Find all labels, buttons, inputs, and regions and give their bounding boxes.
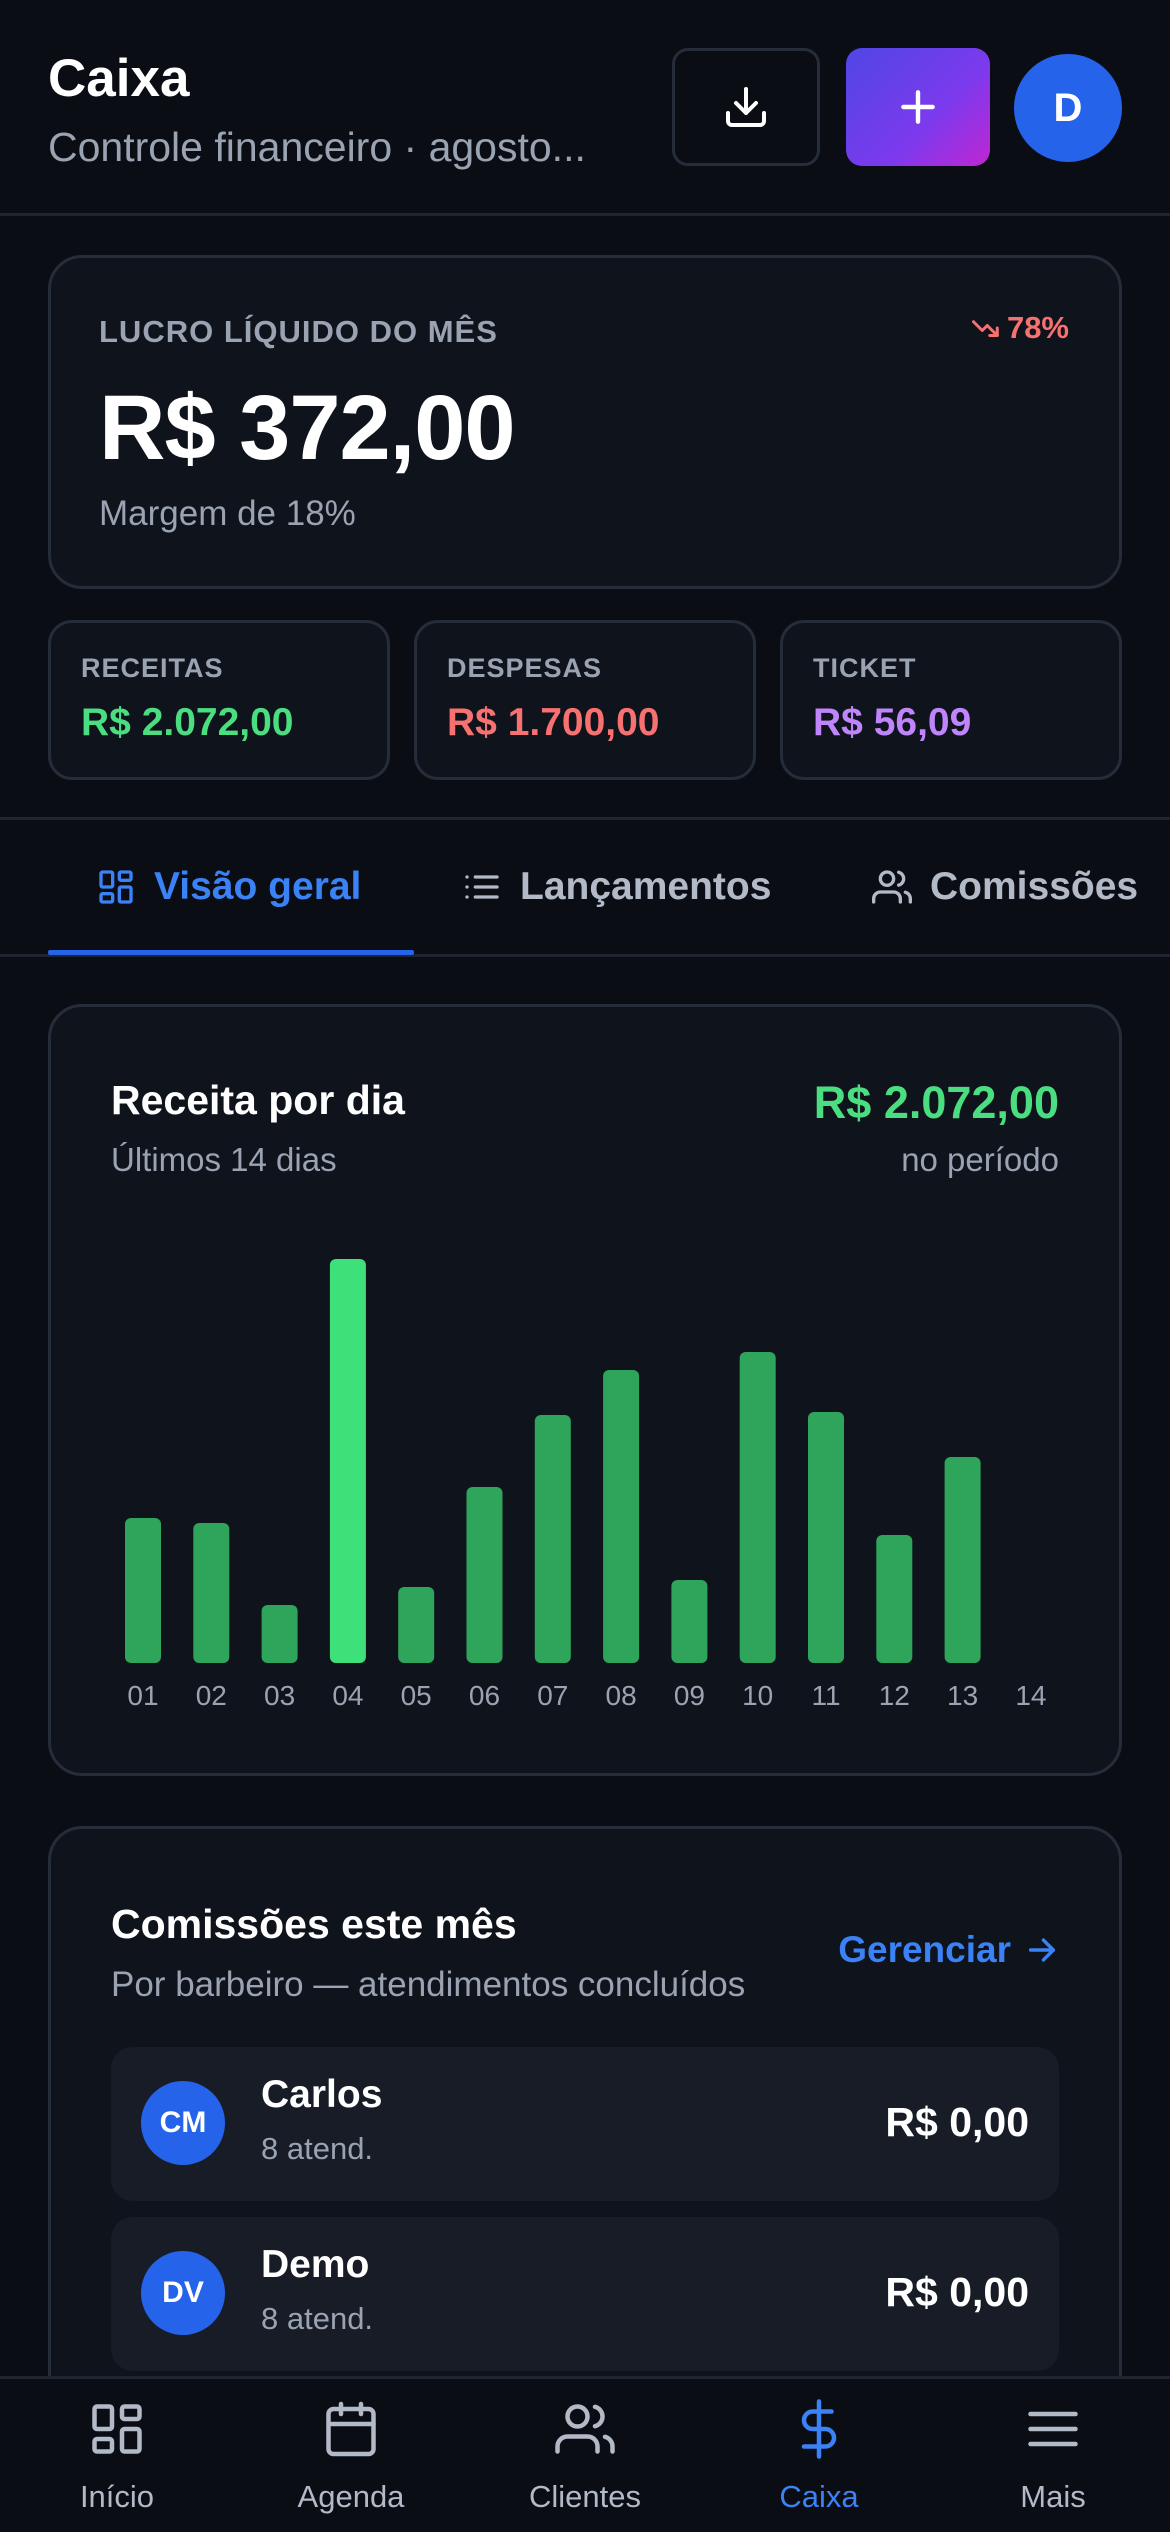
nav-schedule[interactable]: Agenda [234,2379,468,2532]
net-profit-card: LUCRO LÍQUIDO DO MÊS 78% R$ 372,00 Marge… [48,255,1122,589]
nav-label: Mais [1020,2479,1086,2514]
trending-down-icon [971,320,999,337]
calendar-icon [326,2401,376,2457]
chart-tick-label: 05 [401,1680,432,1711]
tab-bar: Visão geral Lançamentos Comissões [0,817,1170,957]
revenue-bar-chart: 01 02 03 04 05 06 07 08 09 10 11 12 13 14 [125,1259,1046,1711]
tab-overview[interactable]: Visão geral [96,820,361,954]
tab-label: Comissões [930,865,1139,908]
commissions-title: Comissões este mês [111,1901,517,1947]
page-title: Caixa [48,49,190,108]
net-profit-label: LUCRO LÍQUIDO DO MÊS [99,314,498,349]
chart-tick-label: 04 [332,1680,363,1711]
chart-tick-label: 09 [674,1680,705,1711]
page-subtitle: Controle financeiro · agosto... [48,124,586,170]
revenue-chart-card: Receita por dia Últimos 14 dias R$ 2.072… [48,1004,1122,1776]
barber-commission: R$ 0,00 [885,2099,1029,2145]
nav-home[interactable]: Início [0,2379,234,2532]
home-grid-icon [92,2404,142,2454]
stat-value: R$ 1.700,00 [447,701,660,744]
commissions-subtitle: Por barbeiro — atendimentos concluídos [111,1965,746,2004]
chart-bar[interactable] [193,1523,230,1663]
clients-icon [555,2404,615,2454]
chart-bar[interactable] [125,1518,161,1663]
chart-tick-label: 03 [264,1680,295,1711]
manage-commissions-link[interactable]: Gerenciar [838,1929,1059,1971]
list-icon [465,875,499,899]
chart-tick-label: 06 [469,1680,500,1711]
chart-tick-label: 12 [879,1680,910,1711]
chart-bar[interactable] [398,1587,435,1663]
stat-label: RECEITAS [81,653,224,683]
active-tab-indicator [48,950,414,955]
add-entry-button[interactable] [846,48,990,166]
tab-label: Lançamentos [520,865,772,908]
nav-label: Início [79,2479,155,2514]
manage-label: Gerenciar [838,1929,1011,1970]
barber-avatar: CM [141,2081,225,2165]
chart-bar[interactable] [261,1605,298,1663]
export-button[interactable] [672,48,820,166]
arrow-right-icon [1028,1938,1056,1962]
bottom-nav: Início Agenda Clientes Caixa Mais [0,2376,1170,2532]
chart-bar[interactable] [739,1352,776,1663]
barber-row[interactable]: DV Demo 8 atend. R$ 0,00 [111,2217,1059,2371]
nav-label: Agenda [297,2479,405,2514]
barber-name: Demo [261,2243,370,2286]
nav-more[interactable]: Mais [936,2379,1170,2532]
users-icon [872,870,912,904]
tab-commissions[interactable]: Comissões [872,820,1138,954]
profit-change-value: 78% [1006,310,1069,345]
profit-margin: Margem de 18% [99,494,356,533]
barber-row[interactable]: CM Carlos 8 atend. R$ 0,00 [111,2047,1059,2201]
chart-bar[interactable] [944,1457,981,1663]
nav-clients[interactable]: Clientes [468,2379,702,2532]
menu-icon [1028,2411,1078,2447]
chart-bar[interactable] [466,1487,503,1663]
chart-tick-label: 07 [537,1680,568,1711]
stat-card-revenue: RECEITAS R$ 2.072,00 [48,620,390,780]
barber-avatar: DV [141,2251,225,2335]
nav-label: Caixa [779,2479,859,2514]
chart-bar[interactable] [876,1535,913,1663]
chart-bar[interactable] [603,1370,640,1663]
user-avatar[interactable]: D [1014,54,1122,162]
chart-bar[interactable] [671,1580,708,1663]
stat-label: DESPESAS [447,653,603,683]
net-profit-value: R$ 372,00 [99,377,516,479]
grid-icon [99,870,133,904]
chart-bar[interactable] [329,1259,366,1663]
dollar-icon [801,2399,837,2459]
tab-entries[interactable]: Lançamentos [462,820,771,954]
stat-value: R$ 2.072,00 [81,701,294,744]
chart-bar[interactable] [808,1412,844,1663]
plus-icon [901,90,935,124]
barber-commission: R$ 0,00 [885,2269,1029,2315]
chart-tick-label: 10 [742,1680,773,1711]
stat-value: R$ 56,09 [813,701,972,744]
profit-change-badge: 78% [971,310,1069,346]
chart-tick-label: 13 [947,1680,978,1711]
barber-appointments: 8 atend. [261,2301,374,2336]
chart-bar[interactable] [534,1415,571,1663]
tab-label: Visão geral [154,865,362,908]
nav-cash[interactable]: Caixa [702,2379,936,2532]
app-header: Caixa Controle financeiro · agosto... D [0,0,1170,216]
chart-tick-label: 14 [1015,1680,1046,1711]
chart-tick-label: 08 [606,1680,637,1711]
nav-label: Clientes [529,2479,641,2514]
barber-name: Carlos [261,2073,383,2116]
download-icon [726,87,766,127]
stat-card-ticket: TICKET R$ 56,09 [780,620,1122,780]
stat-card-expenses: DESPESAS R$ 1.700,00 [414,620,756,780]
chart-tick-label: 11 [811,1680,840,1711]
barber-appointments: 8 atend. [261,2131,374,2166]
chart-tick-label: 02 [196,1680,227,1711]
chart-tick-label: 01 [127,1680,158,1711]
stat-label: TICKET [813,653,917,683]
